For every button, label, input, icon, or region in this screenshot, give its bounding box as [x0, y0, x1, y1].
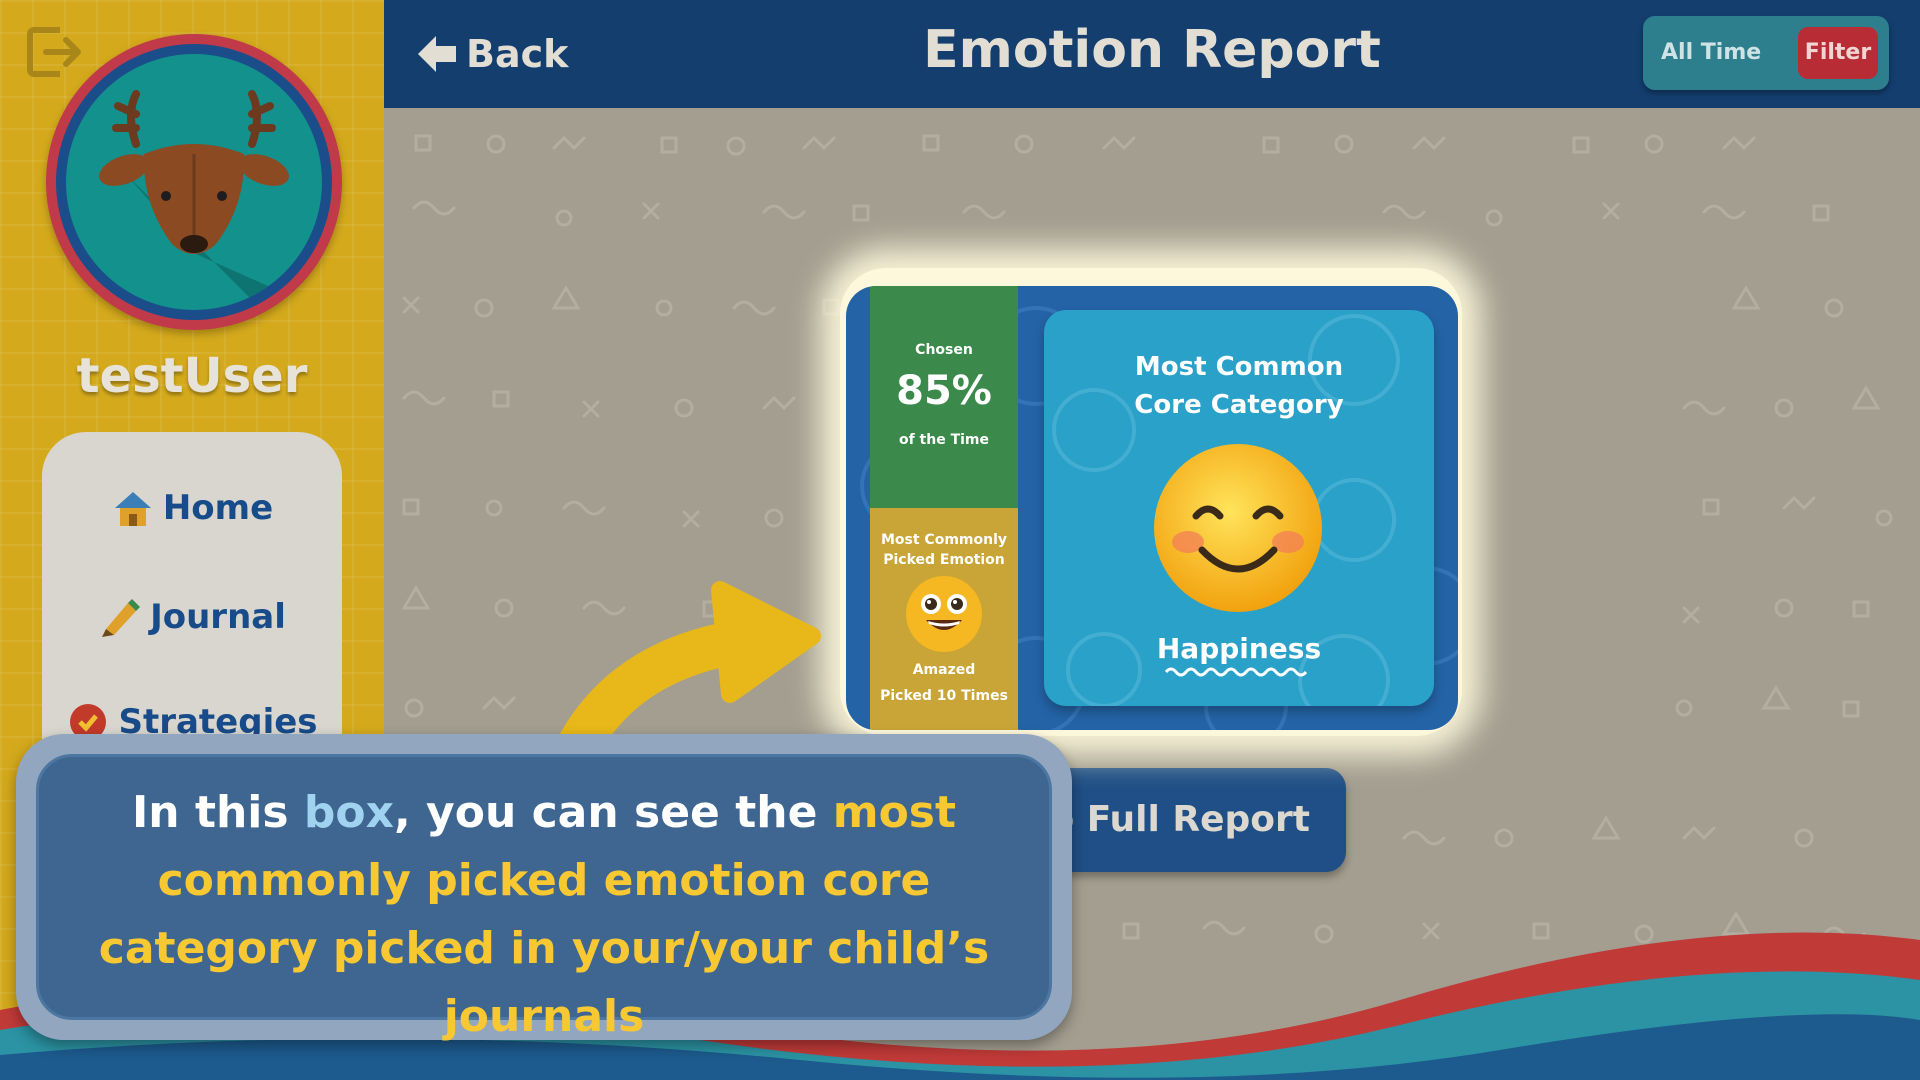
top-emotion-heading-1: Most Commonly — [880, 532, 1008, 548]
deer-icon — [99, 90, 322, 310]
chosen-label: Chosen — [915, 342, 973, 358]
filter-button[interactable]: Filter — [1798, 27, 1878, 79]
pencil-icon — [102, 599, 141, 637]
username: testUser — [76, 348, 308, 404]
tutorial-text: In this box, you can see the most common… — [59, 779, 1029, 1051]
full-report-button[interactable]: o Full Report — [1030, 768, 1346, 872]
percent-panel: Chosen 85% of the Time — [870, 286, 1018, 508]
top-emotion-count: Picked 10 Times — [880, 688, 1008, 704]
avatar[interactable] — [46, 34, 342, 330]
nav-home-label: Home — [162, 488, 274, 528]
chosen-percent: 85% — [896, 368, 992, 414]
filter-group: All Time Filter — [1643, 16, 1889, 90]
nav-home[interactable]: Home — [42, 478, 342, 538]
category-name: Happiness — [1156, 632, 1322, 665]
tutorial-highlight-box: box — [303, 787, 395, 838]
chosen-sub: of the Time — [898, 432, 990, 448]
header: Back Emotion Report All Time Filter — [384, 0, 1920, 108]
tutorial-text-part-3: , you can see the — [394, 787, 833, 838]
emotion-summary-card[interactable]: Chosen 85% of the Time Most Commonly Pic… — [846, 286, 1458, 730]
category-title-2: Core Category — [1134, 390, 1344, 420]
time-range-label[interactable]: All Time — [1661, 16, 1761, 90]
tutorial-inner: In this box, you can see the most common… — [36, 754, 1052, 1042]
nav-journal-label: Journal — [150, 597, 286, 637]
happy-emoji-icon — [1154, 444, 1322, 612]
top-emotion-panel: Most Commonly Picked Emotion Amazed Pick… — [870, 508, 1018, 730]
nav-journal[interactable]: Journal — [42, 587, 342, 647]
category-title-1: Most Common — [1134, 352, 1344, 382]
stats-column: Chosen 85% of the Time Most Commonly Pic… — [870, 286, 1018, 730]
top-emotion-name: Amazed — [912, 662, 976, 678]
full-report-label: o Full Report — [1049, 799, 1310, 840]
amazed-emoji-icon — [906, 576, 982, 652]
tutorial-text-part-1: In this — [131, 787, 304, 838]
house-icon — [114, 492, 151, 526]
squiggle-underline — [1164, 667, 1308, 677]
core-category-panel: Most Common Core Category Happiness — [1044, 310, 1434, 706]
top-emotion-heading-2: Picked Emotion — [883, 552, 1005, 568]
tutorial-box: In this box, you can see the most common… — [16, 734, 1072, 1042]
